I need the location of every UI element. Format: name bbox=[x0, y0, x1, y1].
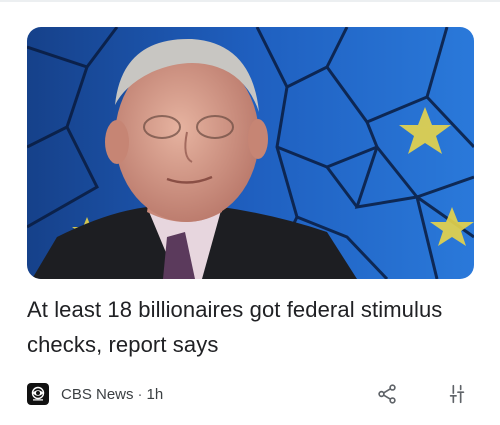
tune-sliders-icon bbox=[449, 384, 465, 404]
source-name[interactable]: CBS News bbox=[61, 386, 134, 403]
separator-dot: · bbox=[137, 385, 143, 403]
article-age: 1h bbox=[146, 385, 164, 403]
source-byline[interactable]: CBS News · 1h bbox=[61, 386, 163, 403]
share-icon bbox=[378, 384, 396, 404]
card-actions bbox=[371, 378, 473, 410]
more-options-button[interactable] bbox=[441, 378, 473, 410]
article-headline[interactable]: At least 18 billionaires got federal sti… bbox=[27, 292, 477, 362]
share-button[interactable] bbox=[371, 378, 403, 410]
cbs-eye-icon bbox=[27, 383, 49, 405]
news-card[interactable]: At least 18 billionaires got federal sti… bbox=[0, 0, 500, 425]
article-image[interactable] bbox=[27, 27, 474, 279]
article-meta: CBS News · 1h bbox=[27, 378, 473, 410]
